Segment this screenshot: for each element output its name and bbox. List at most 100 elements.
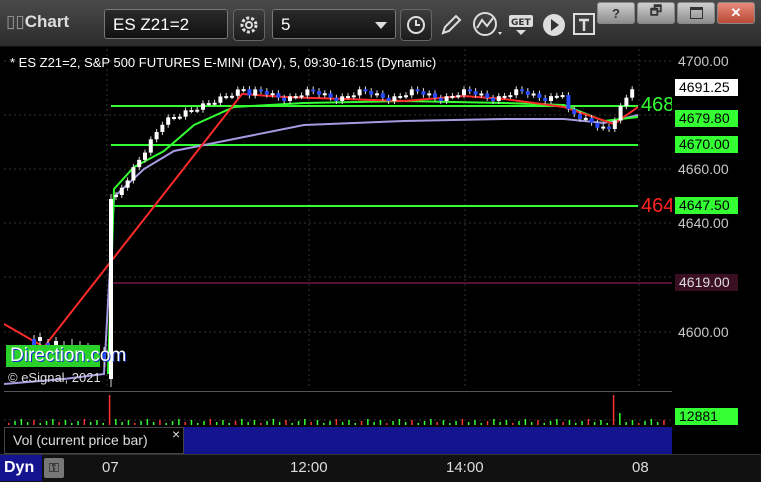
ma-green-line — [107, 99, 639, 375]
candle-body — [502, 95, 507, 98]
candle-body — [438, 97, 443, 101]
restore-button[interactable]: 🗗 — [637, 2, 675, 24]
volume-bar — [247, 422, 249, 425]
volume-bar — [499, 422, 501, 425]
candle-body — [288, 96, 292, 101]
candle-body — [450, 95, 455, 98]
volume-bar — [304, 419, 306, 425]
volume-bar — [297, 421, 300, 425]
volume-bar — [486, 421, 489, 425]
candle-body — [409, 89, 414, 96]
volume-bar — [134, 423, 136, 425]
volume-pane[interactable] — [4, 391, 672, 425]
price-axis[interactable]: 4700.00 4660.00 4640.00 4600.00 4691.25 … — [672, 49, 761, 389]
candle-body — [253, 89, 258, 96]
pencil-icon[interactable] — [438, 12, 464, 38]
help-button[interactable]: ? — [597, 2, 635, 24]
volume-bar — [33, 420, 35, 425]
candle-body — [276, 93, 281, 98]
price-chart[interactable]: * ES Z21=2, S&P 500 FUTURES E-MINI (DAY)… — [4, 49, 672, 389]
candle-body — [305, 89, 310, 96]
volume-bar — [367, 419, 369, 425]
studies-icon[interactable] — [472, 10, 506, 40]
candle-body — [543, 97, 548, 101]
level-label-4647: 4647.50 — [675, 197, 738, 214]
level-label-4670: 4670.00 — [675, 136, 738, 153]
chevron-down-icon — [375, 22, 387, 29]
volume-bar — [423, 421, 426, 425]
candle-body — [595, 122, 600, 128]
candle-body — [334, 97, 339, 101]
volume-bar — [171, 421, 174, 425]
maximize-icon — [689, 7, 703, 19]
candle-body — [230, 95, 234, 98]
time-axis[interactable]: Dyn ⚿ 07 12:00 14:00 08 — [0, 454, 761, 482]
candle-body — [525, 91, 530, 95]
get-data-icon[interactable]: GET — [508, 12, 538, 38]
volume-bar — [291, 423, 293, 425]
volume-bar — [71, 423, 73, 425]
candle-body — [322, 93, 327, 96]
lock-icon[interactable]: ⚿ — [44, 458, 64, 478]
volume-bar — [102, 423, 104, 425]
volume-bar — [348, 420, 350, 425]
volume-tab[interactable]: Vol (current price bar) × — [4, 426, 184, 454]
volume-bar — [619, 413, 621, 425]
candle-body — [299, 95, 304, 98]
line-label-464: 464 — [641, 195, 672, 217]
app-title: ▯▯Chart — [6, 12, 70, 31]
symbol-settings-gear-icon[interactable] — [233, 9, 265, 41]
volume-bar — [121, 422, 123, 425]
candle-body — [375, 93, 379, 96]
candle-body — [601, 126, 606, 129]
candle-body — [259, 89, 263, 92]
volume-bar — [537, 420, 539, 425]
volume-bar — [260, 423, 262, 425]
volume-bar — [612, 395, 615, 425]
volume-bar — [26, 422, 29, 425]
level-label-4619: 4619.00 — [675, 274, 738, 291]
interval-combo[interactable]: 5 — [272, 9, 396, 39]
candle-body — [38, 337, 42, 341]
price-tick: 4600.00 — [678, 324, 729, 340]
close-button[interactable]: ✕ — [717, 2, 755, 24]
close-icon[interactable]: × — [172, 426, 180, 442]
volume-bar — [373, 422, 375, 425]
candle-body — [247, 89, 252, 96]
volume-bar — [568, 420, 571, 425]
candle-body — [607, 126, 611, 129]
volume-bar — [436, 422, 438, 425]
candle-body — [479, 93, 484, 96]
candle-body — [421, 91, 426, 95]
volume-bar — [20, 419, 23, 425]
volume-bar — [253, 420, 256, 425]
volume-bars — [8, 395, 665, 425]
symbol-combo[interactable]: ES Z21=2 — [104, 9, 228, 39]
candle-body — [154, 132, 159, 140]
candle-body — [554, 95, 559, 98]
text-tool-icon[interactable] — [572, 12, 598, 38]
clock-icon[interactable] — [400, 9, 432, 41]
candlesticks — [32, 86, 635, 387]
volume-bar — [638, 423, 640, 425]
candle-body — [206, 103, 211, 106]
volume-bar — [83, 419, 86, 425]
dynamic-mode-label[interactable]: Dyn — [0, 455, 42, 481]
volume-bar — [650, 419, 653, 425]
watermark-text: Direction.com — [10, 345, 127, 366]
volume-bar — [467, 422, 470, 425]
candle-body — [630, 89, 635, 98]
volume-bar — [404, 422, 407, 425]
volume-bar — [493, 419, 495, 425]
volume-bar — [190, 420, 193, 425]
play-icon[interactable] — [541, 12, 567, 38]
volume-bar — [480, 423, 482, 425]
candle-body — [398, 96, 403, 99]
maximize-button[interactable] — [677, 2, 715, 24]
candle-body — [612, 120, 617, 129]
volume-bar — [285, 420, 287, 425]
candle-body — [363, 89, 368, 92]
volume-bar — [417, 423, 419, 425]
candle-body — [264, 91, 269, 95]
candle-body — [340, 96, 345, 101]
